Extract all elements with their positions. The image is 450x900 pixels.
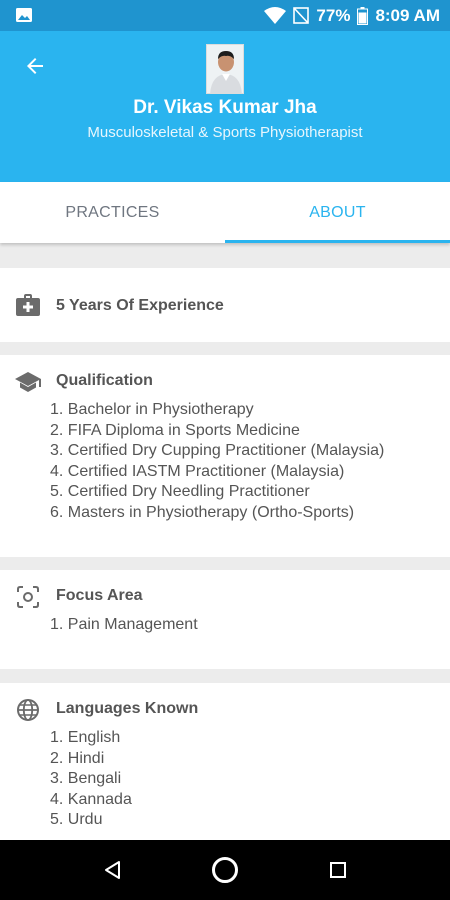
list-item: 3. Certified Dry Cupping Practitioner (M… — [50, 442, 385, 459]
languages-card: Languages Known 1. English 2. Hindi 3. B… — [0, 683, 450, 840]
signal-off-icon — [293, 7, 310, 24]
doctor-avatar — [206, 44, 244, 94]
status-bar: 77% 8:09 AM — [0, 0, 450, 31]
clock: 8:09 AM — [375, 5, 440, 25]
list-item: 5. Certified Dry Needling Practitioner — [50, 483, 310, 500]
arrow-back-icon — [27, 58, 43, 74]
medical-kit-icon — [15, 292, 41, 318]
experience-text: 5 Years Of Experience — [56, 297, 224, 314]
square-recents-icon — [330, 862, 346, 878]
list-item: 4. Kannada — [50, 790, 132, 808]
battery-icon — [357, 6, 369, 25]
list-item: 1. Bachelor in Physiotherapy — [50, 401, 254, 418]
back-button[interactable] — [20, 51, 50, 81]
nav-home-button[interactable] — [207, 852, 243, 888]
focus-center-icon — [15, 584, 41, 610]
gallery-icon — [16, 8, 32, 22]
battery-percent: 77% — [316, 5, 351, 25]
list-item: 2. Hindi — [50, 749, 105, 767]
focus-area-title: Focus Area — [56, 587, 143, 604]
tab-practices[interactable]: PRACTICES — [0, 182, 225, 243]
list-item: 1. Pain Management — [50, 616, 198, 633]
focus-area-list: 1. Pain Management — [50, 615, 198, 636]
list-item: 3. Bengali — [50, 770, 122, 787]
list-item: 1. English — [50, 729, 121, 746]
experience-card: 5 Years Of Experience — [0, 268, 450, 342]
nav-back-button[interactable] — [95, 852, 131, 888]
tab-about[interactable]: ABOUT — [225, 182, 450, 243]
qualification-card: Qualification 1. Bachelor in Physiothera… — [0, 355, 450, 557]
system-nav-bar — [0, 840, 450, 900]
profile-header: Dr. Vikas Kumar Jha Musculoskeletal & Sp… — [0, 31, 450, 182]
graduation-cap-icon — [15, 368, 41, 394]
languages-title: Languages Known — [56, 700, 199, 717]
triangle-back-icon — [105, 861, 120, 879]
list-item: 4. Certified IASTM Practitioner (Malaysi… — [50, 462, 345, 480]
qualification-list: 1. Bachelor in Physiotherapy 2. FIFA Dip… — [50, 400, 384, 523]
tab-bar: PRACTICES ABOUT — [0, 182, 450, 243]
doctor-name: Dr. Vikas Kumar Jha — [133, 97, 317, 118]
status-indicators: 77% 8:09 AM — [264, 0, 440, 31]
list-item: 5. Urdu — [50, 811, 103, 828]
globe-icon — [15, 697, 41, 723]
circle-home-icon — [212, 857, 238, 883]
list-item: 2. FIFA Diploma in Sports Medicine — [50, 421, 300, 439]
focus-area-card: Focus Area 1. Pain Management — [0, 570, 450, 669]
languages-list: 1. English 2. Hindi 3. Bengali 4. Kannad… — [50, 728, 132, 831]
nav-recents-button[interactable] — [320, 852, 356, 888]
list-item: 6. Masters in Physiotherapy (Ortho-Sport… — [50, 503, 355, 521]
qualification-title: Qualification — [56, 372, 153, 389]
doctor-specialty: Musculoskeletal & Sports Physiotherapist — [87, 124, 363, 141]
wifi-icon — [264, 7, 287, 24]
